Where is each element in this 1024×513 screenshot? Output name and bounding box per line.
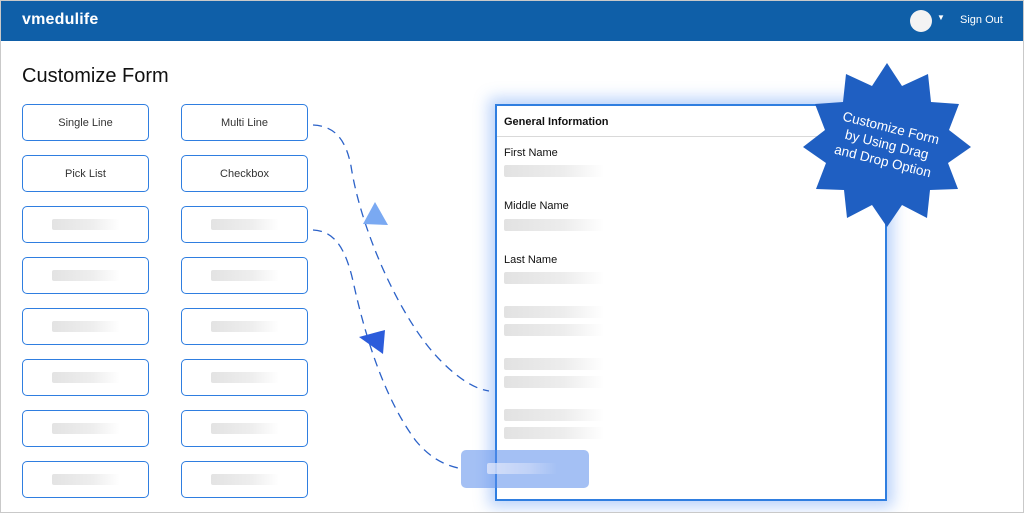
- arrow-head-up-icon: [363, 202, 388, 225]
- drag-path-upper: [312, 124, 490, 392]
- drag-path-lower: [312, 229, 464, 470]
- dragged-field-chip[interactable]: [461, 450, 589, 488]
- app-window: vmedulife ▼ Sign Out Customize Form Sing…: [0, 0, 1024, 513]
- promo-starburst-badge: Customize Form by Using Drag and Drop Op…: [801, 59, 973, 229]
- placeholder-bar: [487, 463, 557, 474]
